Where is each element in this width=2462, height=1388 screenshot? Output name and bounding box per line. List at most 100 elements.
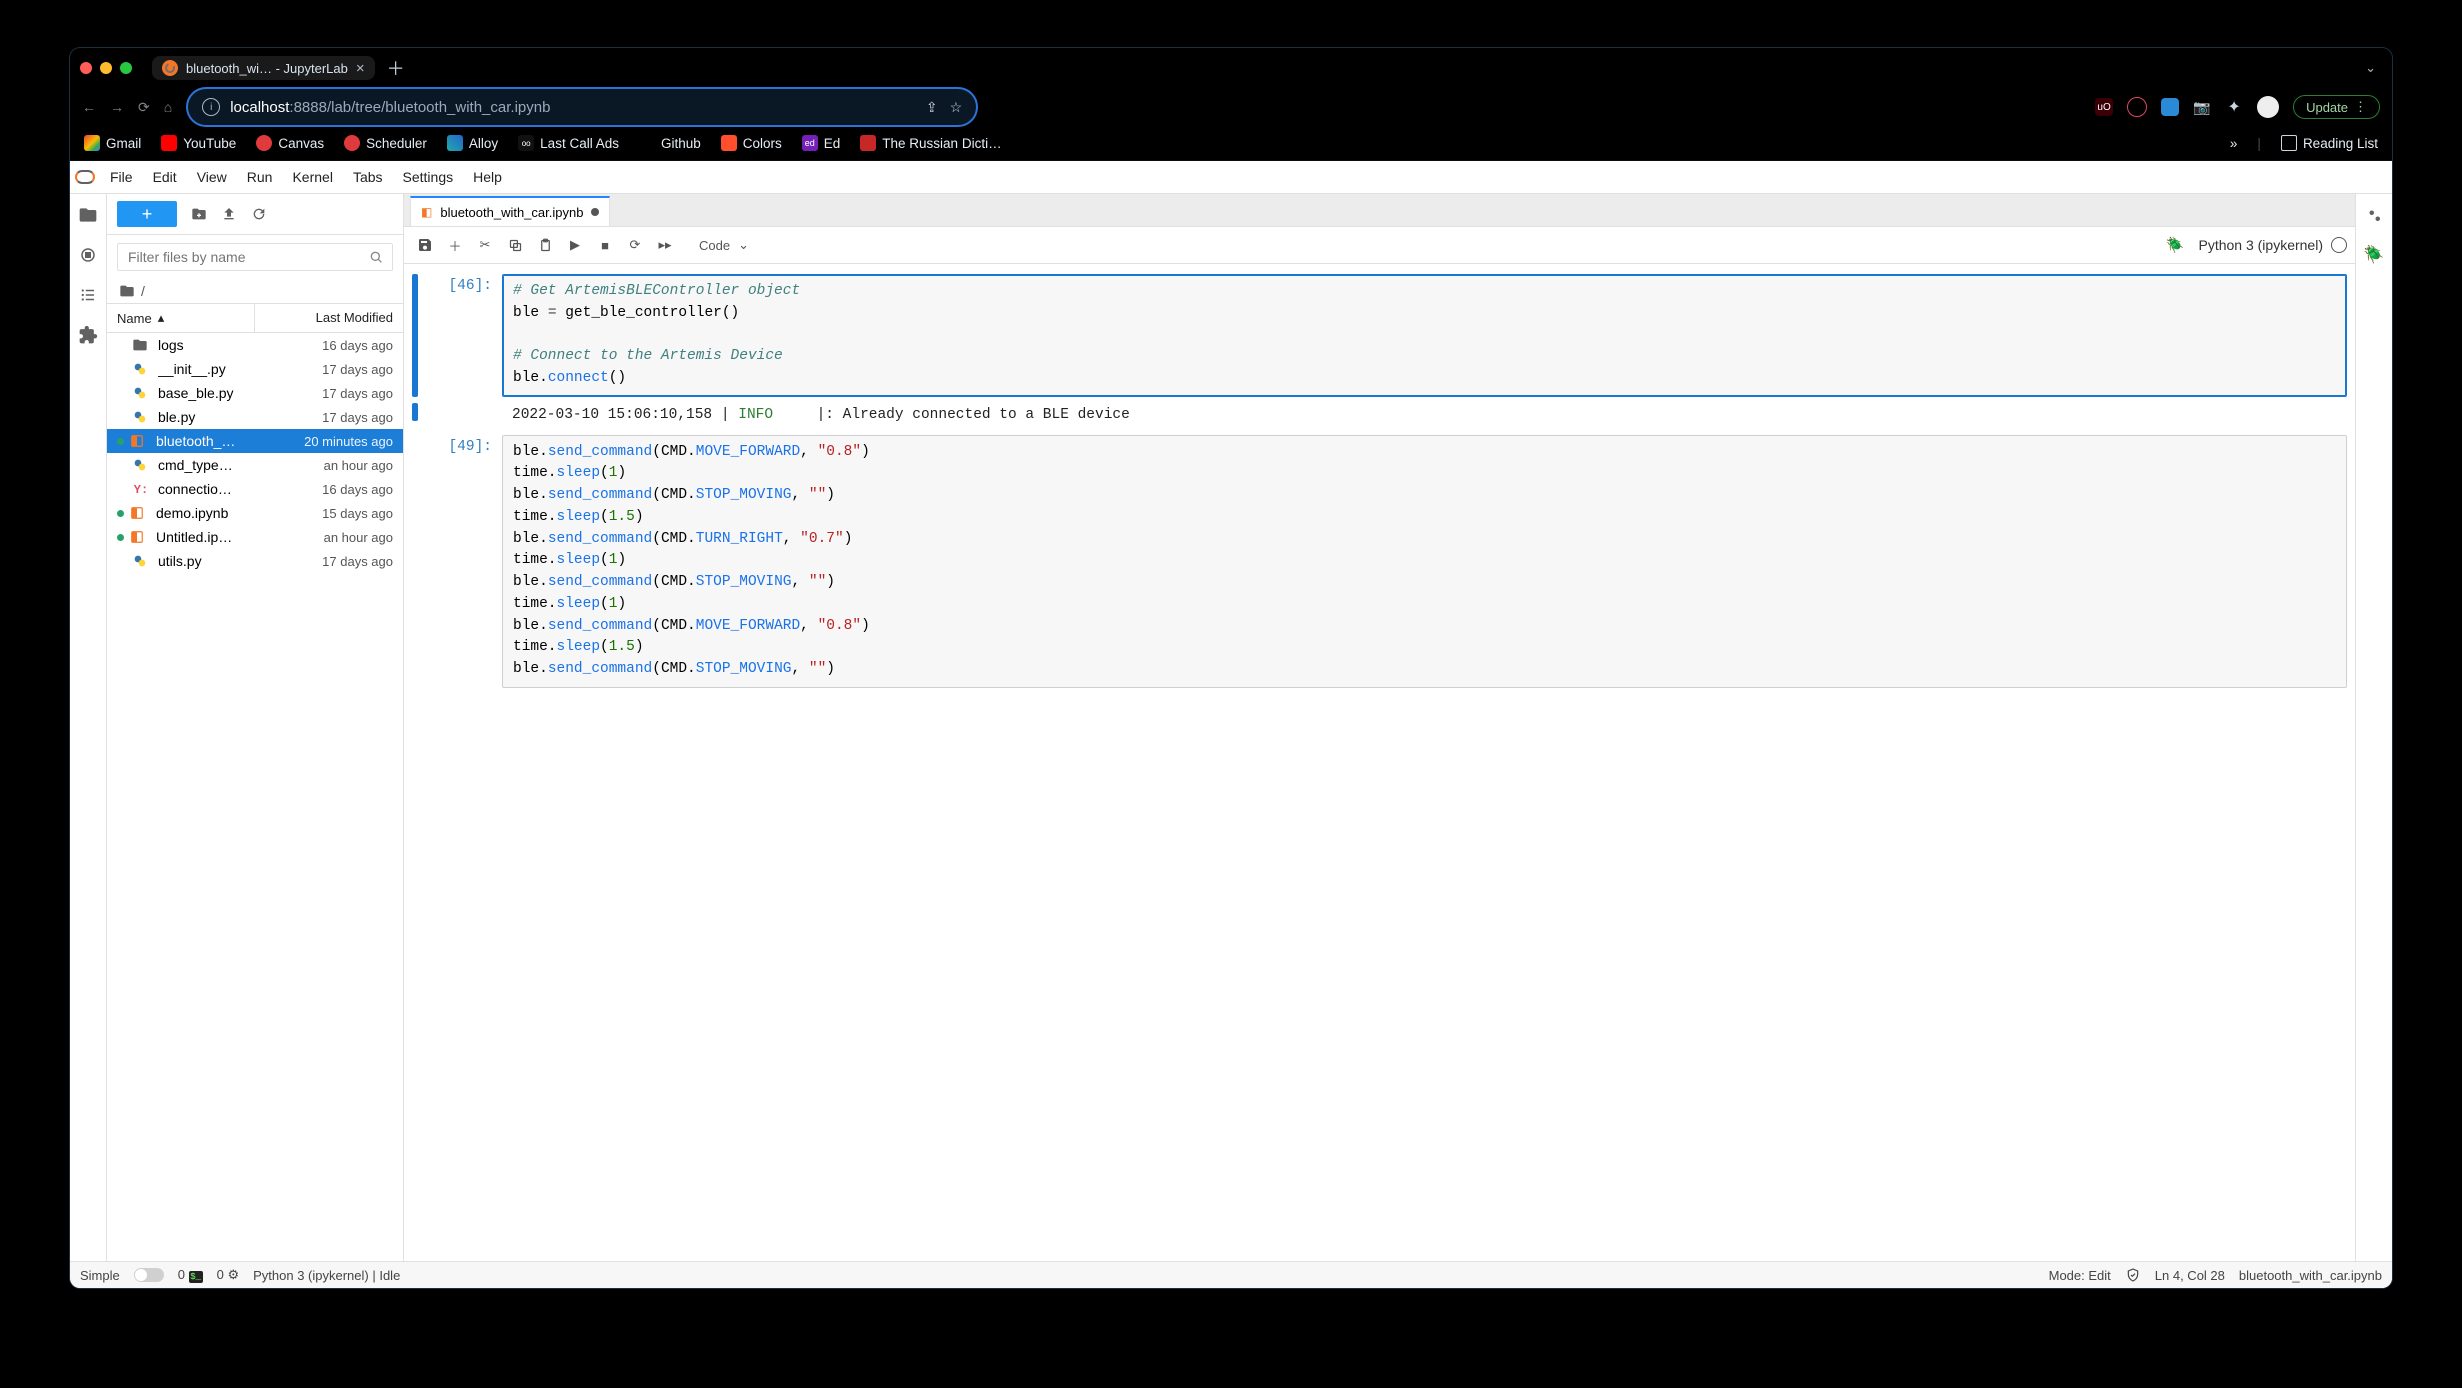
bookmark-ed[interactable]: edEd xyxy=(802,135,841,151)
menu-tabs[interactable]: Tabs xyxy=(343,161,393,193)
ublock-extension-icon[interactable]: uO xyxy=(2095,98,2113,116)
reading-list-button[interactable]: Reading List xyxy=(2281,135,2378,151)
menu-settings[interactable]: Settings xyxy=(393,161,464,193)
update-button[interactable]: Update ⋮ xyxy=(2293,95,2380,119)
notebook-body[interactable]: [46]: # Get ArtemisBLEController object … xyxy=(404,264,2355,1261)
bookmark-github[interactable]: Github xyxy=(639,135,701,151)
bookmark-alloy[interactable]: Alloy xyxy=(447,135,498,151)
col-modified-header[interactable]: Last Modified xyxy=(255,304,403,332)
reload-icon[interactable]: ⟳ xyxy=(138,99,150,116)
property-inspector-icon[interactable] xyxy=(2363,204,2385,226)
code-input-49[interactable]: ble.send_command(CMD.MOVE_FORWARD, "0.8"… xyxy=(502,435,2347,688)
back-icon[interactable]: ← xyxy=(82,99,96,115)
new-tab-button[interactable]: ＋ xyxy=(383,55,409,81)
insert-cell-button[interactable]: ＋ xyxy=(442,232,468,258)
extension-square-icon[interactable] xyxy=(2161,98,2179,116)
profile-avatar-icon[interactable] xyxy=(2257,96,2279,118)
file-name: ble.py xyxy=(158,409,267,425)
copy-button[interactable] xyxy=(502,232,528,258)
tabs-overflow-icon[interactable]: ⌄ xyxy=(2359,60,2382,76)
close-tab-icon[interactable]: × xyxy=(356,61,365,76)
menu-run[interactable]: Run xyxy=(237,161,283,193)
browser-tab[interactable]: bluetooth_wi… - JupyterLab × xyxy=(152,56,375,80)
file-filter-input[interactable] xyxy=(126,248,368,266)
bookmark-gmail[interactable]: Gmail xyxy=(84,135,141,151)
bookmark-youtube[interactable]: YouTube xyxy=(161,135,236,151)
file-browser-tab-icon[interactable] xyxy=(77,204,99,226)
running-tab-icon[interactable] xyxy=(77,244,99,266)
stop-button[interactable]: ■ xyxy=(592,232,618,258)
cell-type-select[interactable]: Code ⌄ xyxy=(692,234,756,256)
file-row[interactable]: __init__.py17 days ago xyxy=(107,357,403,381)
bookmark-star-icon[interactable]: ☆ xyxy=(950,99,963,116)
file-modified: 17 days ago xyxy=(275,386,393,401)
code-cell-49[interactable]: [49]: ble.send_command(CMD.MOVE_FORWARD,… xyxy=(412,435,2347,688)
file-row[interactable]: Untitled.ip…an hour ago xyxy=(107,525,403,549)
breadcrumb[interactable]: / xyxy=(107,279,403,303)
save-button[interactable] xyxy=(412,232,438,258)
code-cell-46[interactable]: [46]: # Get ArtemisBLEController object … xyxy=(412,274,2347,397)
refresh-icon[interactable] xyxy=(251,206,267,222)
breadcrumb-root[interactable]: / xyxy=(141,283,145,299)
new-folder-icon[interactable] xyxy=(191,206,207,222)
simple-mode-toggle[interactable] xyxy=(134,1268,164,1282)
file-filter-box[interactable] xyxy=(117,243,393,271)
menu-view[interactable]: View xyxy=(187,161,237,193)
run-button[interactable]: ▶ xyxy=(562,232,588,258)
cut-button[interactable]: ✂ xyxy=(472,232,498,258)
file-row[interactable]: cmd_type…an hour ago xyxy=(107,453,403,477)
address-bar[interactable]: i localhost:8888/lab/tree/bluetooth_with… xyxy=(186,87,978,127)
bookmark-scheduler[interactable]: Scheduler xyxy=(344,135,427,151)
bookmarks-overflow-icon[interactable]: » xyxy=(2230,136,2238,151)
new-launcher-button[interactable]: + xyxy=(117,201,177,227)
trust-icon[interactable] xyxy=(2125,1267,2141,1283)
file-row[interactable]: demo.ipynb15 days ago xyxy=(107,501,403,525)
zoom-window-dot[interactable] xyxy=(120,62,132,74)
col-name-header[interactable]: Name ▴ xyxy=(107,304,255,332)
menu-help[interactable]: Help xyxy=(463,161,512,193)
extensions-puzzle-icon[interactable]: ✦ xyxy=(2225,98,2243,116)
menu-kernel[interactable]: Kernel xyxy=(282,161,342,193)
bookmark-canvas[interactable]: Canvas xyxy=(256,135,324,151)
document-tabbar: ◧ bluetooth_with_car.ipynb xyxy=(404,194,2355,227)
bookmark-colors[interactable]: Colors xyxy=(721,135,782,151)
upload-icon[interactable] xyxy=(221,206,237,222)
kernels-count[interactable]: 0 ⚙ xyxy=(217,1267,240,1283)
file-row[interactable]: utils.py17 days ago xyxy=(107,549,403,573)
notebook-tab[interactable]: ◧ bluetooth_with_car.ipynb xyxy=(410,196,610,226)
running-indicator-icon xyxy=(117,438,124,445)
minimize-window-dot[interactable] xyxy=(100,62,112,74)
blocker-extension-icon[interactable] xyxy=(2127,97,2147,117)
camera-extension-icon[interactable]: 📷 xyxy=(2193,98,2211,116)
py-file-icon xyxy=(132,553,150,569)
jupyter-logo-icon[interactable] xyxy=(70,170,100,184)
file-row[interactable]: bluetooth_…20 minutes ago xyxy=(107,429,403,453)
file-name: __init__.py xyxy=(158,361,267,377)
file-row[interactable]: base_ble.py17 days ago xyxy=(107,381,403,405)
kernel-status[interactable]: Python 3 (ipykernel) | Idle xyxy=(253,1268,400,1283)
debugger-panel-icon[interactable]: 🪲 xyxy=(2363,244,2385,266)
close-window-dot[interactable] xyxy=(80,62,92,74)
share-icon[interactable]: ⇪ xyxy=(926,99,938,116)
debugger-icon[interactable]: 🪲 xyxy=(2166,236,2185,254)
forward-icon[interactable]: → xyxy=(110,99,124,115)
kernel-selector[interactable]: Python 3 (ipykernel) xyxy=(2198,237,2347,253)
file-row[interactable]: ble.py17 days ago xyxy=(107,405,403,429)
fast-forward-button[interactable]: ▸▸ xyxy=(652,232,678,258)
paste-button[interactable] xyxy=(532,232,558,258)
extensions-tab-icon[interactable] xyxy=(77,324,99,346)
toc-tab-icon[interactable] xyxy=(77,284,99,306)
terminals-count[interactable]: 0 $_ xyxy=(178,1267,203,1283)
youtube-icon xyxy=(161,135,177,151)
restart-button[interactable]: ⟳ xyxy=(622,232,648,258)
file-row[interactable]: Y:connectio…16 days ago xyxy=(107,477,403,501)
site-info-icon[interactable]: i xyxy=(202,98,220,116)
code-input-46[interactable]: # Get ArtemisBLEController object ble = … xyxy=(502,274,2347,397)
bookmark-russian-dict[interactable]: The Russian Dicti… xyxy=(860,135,1001,151)
menu-file[interactable]: File xyxy=(100,161,143,193)
menu-edit[interactable]: Edit xyxy=(143,161,187,193)
file-row[interactable]: logs16 days ago xyxy=(107,333,403,357)
output-text-46: 2022-03-10 15:06:10,158 | INFO |: Alread… xyxy=(502,401,2347,431)
home-icon[interactable]: ⌂ xyxy=(164,99,172,115)
bookmark-lastcallads[interactable]: ooLast Call Ads xyxy=(518,135,619,151)
